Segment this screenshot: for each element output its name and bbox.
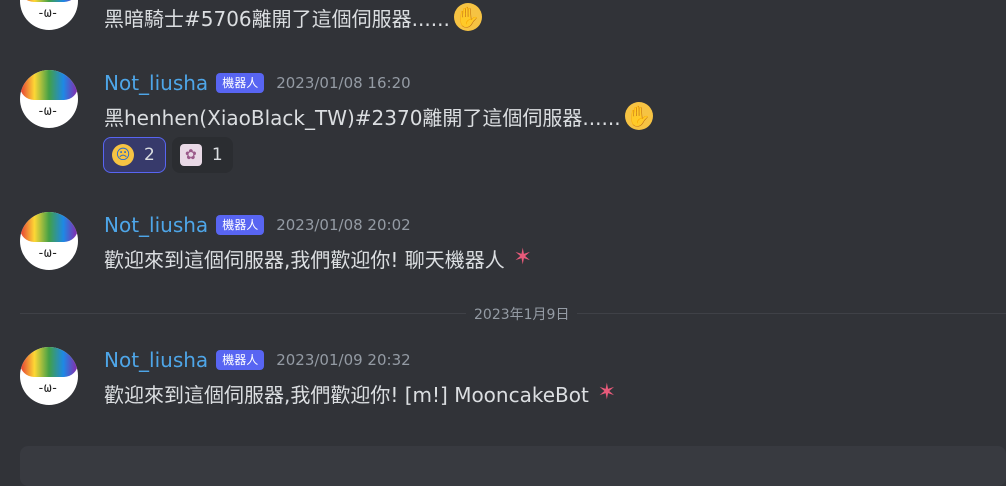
- date-divider: 2023年1月9日: [466, 304, 578, 324]
- message-content: 黑henhen(XiaoBlack_TW)#2370離開了這個伺服器......…: [104, 101, 653, 131]
- message-composer[interactable]: [20, 446, 1006, 486]
- avatar[interactable]: -ω-: [20, 347, 78, 405]
- avatar-face: -ω-: [37, 246, 59, 261]
- timestamp[interactable]: 2023/01/08 16:20: [276, 74, 410, 92]
- wave-emoji-icon: ✋: [453, 3, 482, 31]
- party-popper-emoji-icon: ✶: [513, 245, 532, 270]
- reactions: ☹ 2 ✿ 1: [103, 137, 233, 173]
- message-content: 歡迎來到這個伺服器,我們歡迎你! 聊天機器人 ✶: [104, 243, 537, 273]
- reaction-count: 1: [211, 145, 223, 165]
- message-content: 歡迎來到這個伺服器,我們歡迎你! [m!] MooncakeBot ✶: [104, 378, 621, 408]
- avatar-face: -ω-: [37, 104, 59, 119]
- message-text: 黑暗騎士#5706離開了這個伺服器......: [104, 6, 450, 31]
- message-content: 黑暗騎士#5706離開了這個伺服器...... ✋: [104, 2, 482, 32]
- bot-tag: 機器人: [216, 350, 265, 370]
- party-popper-emoji-icon: ✶: [597, 380, 617, 405]
- avatar-hair: [20, 212, 78, 242]
- username[interactable]: Not_liusha: [104, 71, 208, 95]
- avatar-hair: [20, 70, 78, 100]
- timestamp[interactable]: 2023/01/08 20:02: [276, 216, 410, 234]
- bot-tag: 機器人: [216, 215, 265, 235]
- timestamp[interactable]: 2023/01/09 20:32: [276, 351, 410, 369]
- message-header: Not_liusha 機器人 2023/01/08 16:20: [104, 71, 411, 95]
- avatar[interactable]: -ω-: [20, 70, 78, 128]
- avatar-hair: [20, 347, 78, 377]
- avatar[interactable]: -ω-: [20, 0, 78, 30]
- wave-emoji-icon: ✋: [624, 102, 653, 130]
- avatar-face: -ω-: [37, 6, 59, 21]
- avatar-face: -ω-: [37, 381, 59, 396]
- message-header: Not_liusha 機器人 2023/01/09 20:32: [104, 348, 411, 372]
- message-text: 歡迎來到這個伺服器,我們歡迎你! [m!] MooncakeBot: [104, 382, 589, 407]
- bot-tag: 機器人: [216, 73, 265, 93]
- reaction-anime-sticker[interactable]: ✿ 1: [171, 137, 233, 173]
- message-header: Not_liusha 機器人 2023/01/08 20:02: [104, 213, 411, 237]
- message-text: 黑henhen(XiaoBlack_TW)#2370離開了這個伺服器......: [104, 105, 621, 130]
- username[interactable]: Not_liusha: [104, 213, 208, 237]
- reaction-count: 2: [144, 145, 155, 165]
- reaction-sad-tear[interactable]: ☹ 2: [103, 137, 166, 173]
- message-text: 歡迎來到這個伺服器,我們歡迎你! 聊天機器人: [104, 247, 505, 272]
- sad-tear-emoji-icon: ☹: [112, 144, 134, 166]
- anime-sticker-emoji-icon: ✿: [179, 144, 202, 166]
- username[interactable]: Not_liusha: [104, 348, 208, 372]
- avatar[interactable]: -ω-: [20, 212, 78, 270]
- avatar-hair: [20, 0, 78, 2]
